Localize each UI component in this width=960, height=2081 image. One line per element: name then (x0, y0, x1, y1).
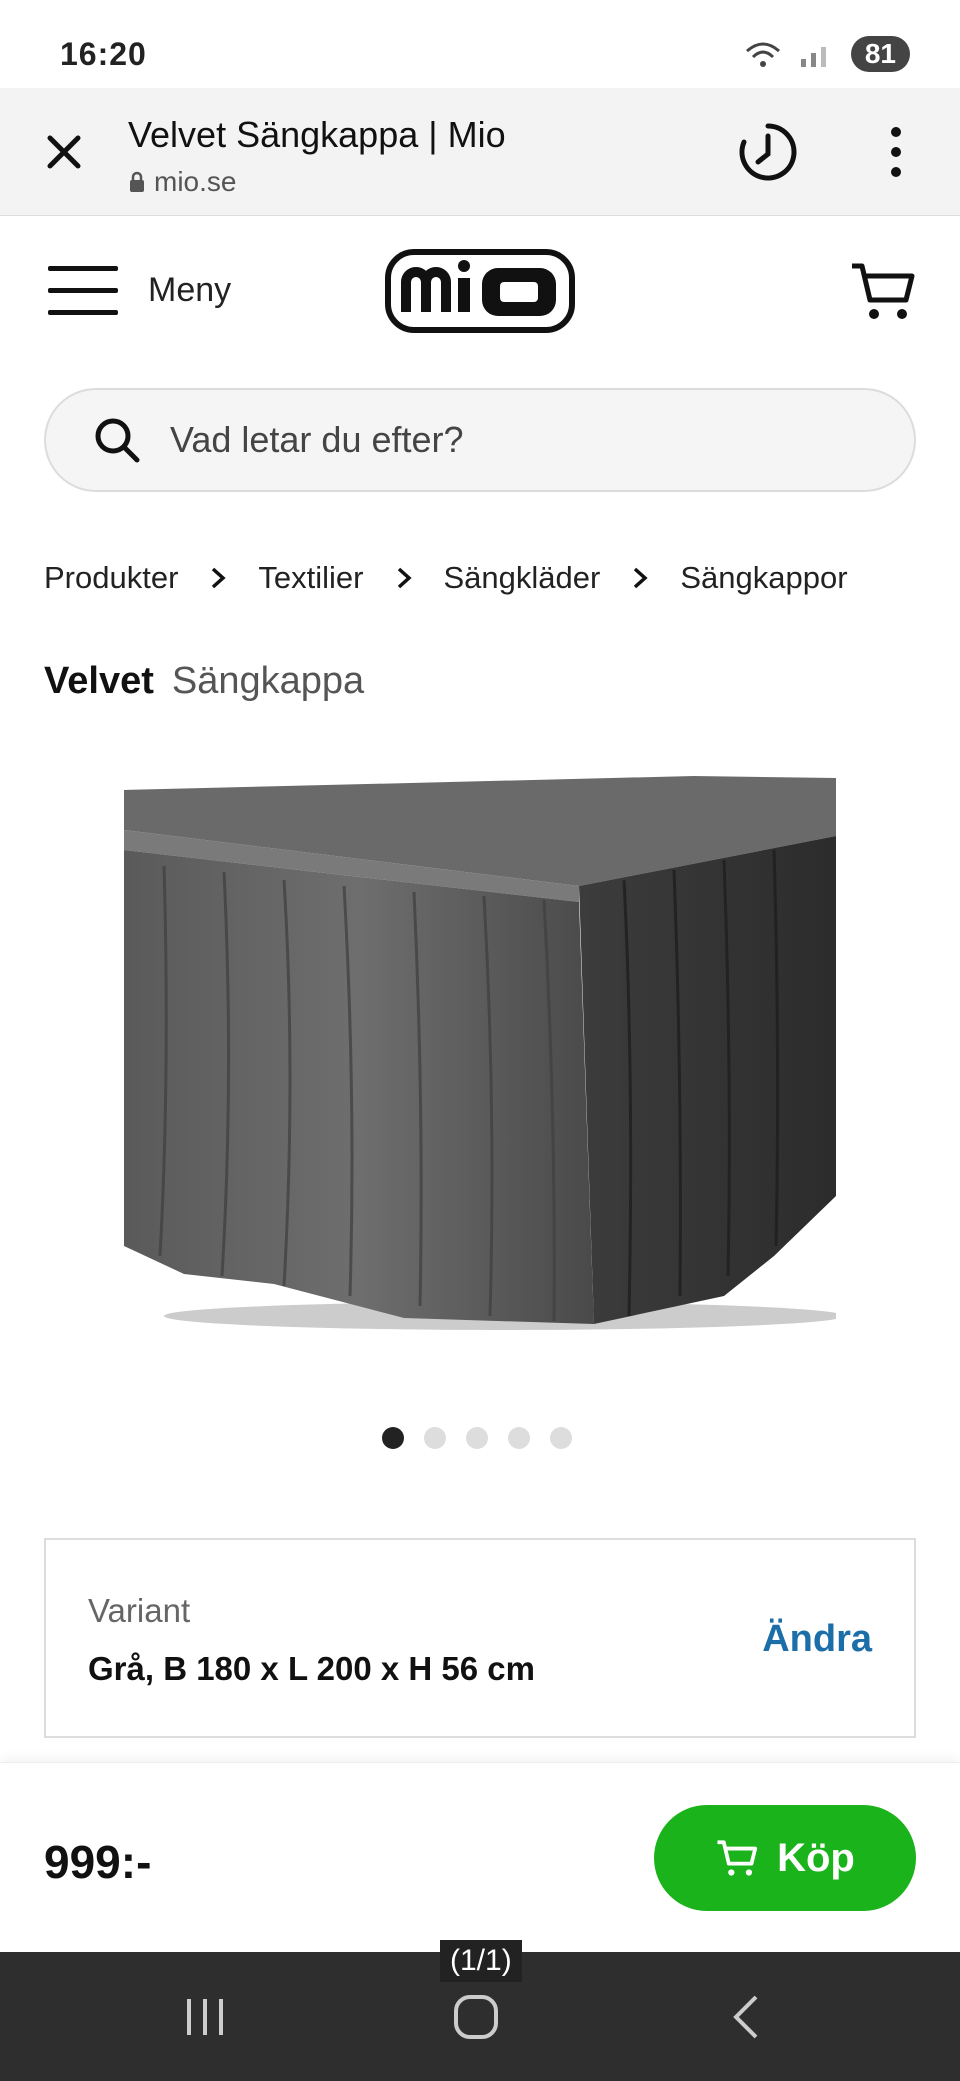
chevron-right-icon (210, 566, 227, 590)
image-pager: (1/1) (440, 1940, 522, 1982)
product-type: Sängkappa (171, 660, 365, 702)
carousel-dot[interactable] (550, 1427, 572, 1449)
carousel-dot[interactable] (508, 1427, 530, 1449)
search-bar[interactable] (44, 388, 916, 492)
search-input[interactable] (170, 419, 850, 461)
status-time: 16:20 (60, 36, 147, 72)
home-icon (454, 1994, 498, 2039)
buy-bar: 999:- Köp (0, 1762, 960, 1952)
menu-button[interactable]: Meny (48, 264, 231, 316)
buy-button[interactable]: Köp (654, 1805, 916, 1911)
lock-icon (130, 171, 144, 192)
breadcrumb-item-sangkappor[interactable]: Sängkappor (680, 560, 847, 596)
cart-button[interactable] (848, 256, 918, 326)
close-icon (47, 135, 81, 169)
mio-logo[interactable] (384, 246, 576, 336)
carousel-dot[interactable] (466, 1427, 488, 1449)
breadcrumb-item-textilier[interactable]: Textilier (258, 560, 363, 596)
history-button[interactable] (736, 120, 800, 184)
variant-value: Grå, B 180 x L 200 x H 56 cm (88, 1650, 535, 1687)
product-image[interactable] (124, 776, 844, 1336)
variant-selector[interactable]: Variant Grå, B 180 x L 200 x H 56 cm Änd… (44, 1538, 916, 1738)
recent-apps-button[interactable] (146, 1952, 266, 2081)
variant-label: Variant (88, 1592, 191, 1629)
browser-toolbar: Velvet Sängkappa | Mio mio.se (0, 88, 960, 216)
change-variant-link[interactable]: Ändra (762, 1618, 872, 1661)
mio-logo-graphic (385, 249, 575, 333)
image-carousel-dots (382, 1427, 572, 1449)
shopping-cart-icon (852, 263, 915, 319)
search-icon (95, 418, 140, 463)
back-chevron-icon (733, 1995, 758, 2038)
history-clock-icon (739, 123, 797, 181)
status-bar: 16:20 81 (0, 0, 960, 88)
close-tab-button[interactable] (36, 124, 92, 180)
chevron-right-icon (396, 566, 412, 590)
page-url: mio.se (128, 166, 236, 198)
breadcrumb-item-produkter[interactable]: Produkter (44, 560, 178, 596)
page-title: Velvet Sängkappa | Mio (128, 114, 506, 155)
chevron-right-icon (632, 566, 648, 590)
product-title: Velvet Sängkappa (44, 660, 364, 703)
more-vertical-icon (891, 127, 901, 177)
breadcrumb: Produkter Textilier Sängkläder Sängkappo… (44, 560, 848, 596)
bed-skirt-image (124, 776, 844, 1330)
back-button[interactable] (686, 1952, 806, 2081)
cart-icon (717, 1840, 758, 1876)
recent-apps-icon (187, 1998, 223, 2035)
breadcrumb-item-sangklader[interactable]: Sängkläder (444, 560, 601, 596)
site-header: Meny (0, 216, 960, 376)
carousel-dot[interactable] (382, 1427, 404, 1449)
url-text: mio.se (154, 166, 237, 197)
wifi-icon (745, 42, 780, 67)
buy-button-label: Köp (777, 1835, 855, 1880)
status-icons: 81 (743, 36, 910, 72)
more-options-button[interactable] (880, 124, 912, 180)
hamburger-icon (48, 266, 118, 315)
carousel-dot[interactable] (424, 1427, 446, 1449)
product-price: 999:- (44, 1836, 152, 1888)
signal-icon (800, 47, 826, 67)
menu-label: Meny (148, 270, 232, 309)
battery-indicator: 81 (850, 36, 910, 72)
product-brand: Velvet (44, 660, 154, 702)
